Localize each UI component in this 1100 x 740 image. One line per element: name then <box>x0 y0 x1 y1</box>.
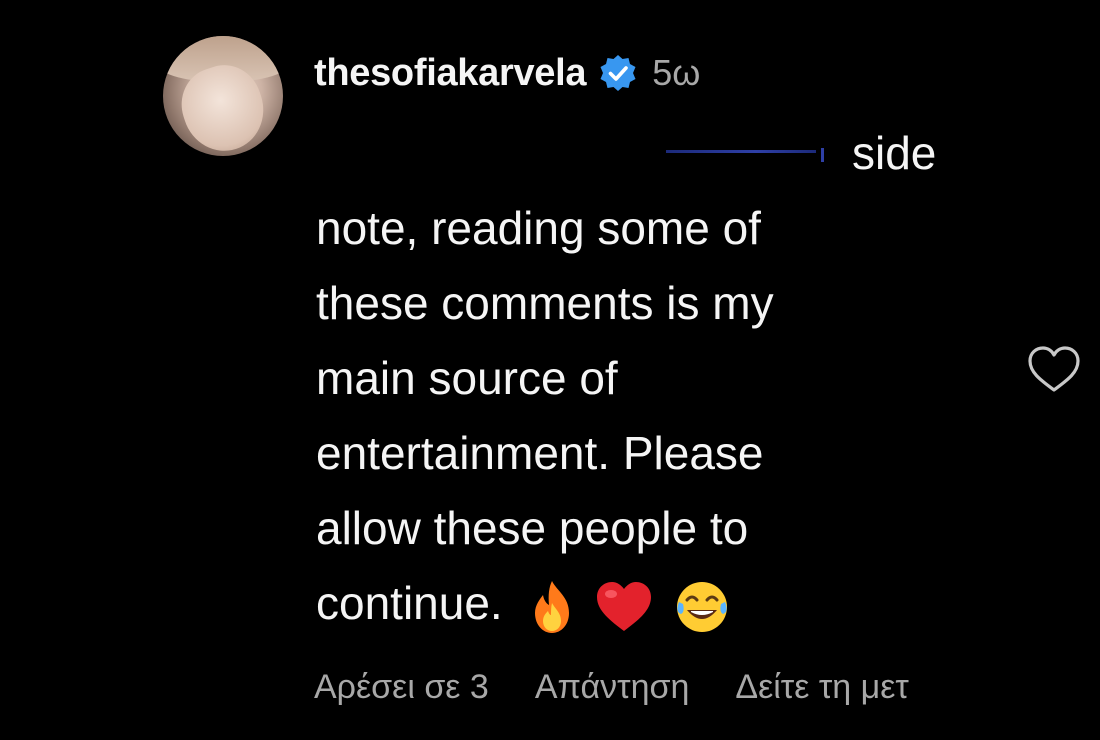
avatar[interactable] <box>163 36 283 156</box>
username-link[interactable]: thesofiakarvela <box>314 52 587 95</box>
fire-emoji <box>534 580 569 633</box>
comment-last-line: continue. <box>316 566 1016 641</box>
comment-header: thesofiakarvela 5ω <box>314 48 700 98</box>
see-translation-link[interactable]: Δείτε τη μετ <box>735 668 908 707</box>
comment-line: these comments is my <box>316 277 774 329</box>
reply-button[interactable]: Απάντηση <box>535 668 690 707</box>
comment-line: entertainment. Please <box>316 427 764 479</box>
likes-count-link[interactable]: Αρέσει σε 3 <box>314 668 489 707</box>
comment-text: side note, reading some of these comment… <box>316 116 1016 641</box>
comment-line: side <box>852 127 937 179</box>
tears-of-joy-emoji <box>676 581 727 632</box>
comment-line: allow these people to <box>316 502 749 554</box>
red-heart-emoji <box>596 581 651 631</box>
comment-actions: Αρέσει σε 3 Απάντηση Δείτε τη μετ <box>314 668 955 707</box>
comment-timestamp[interactable]: 5ω <box>652 52 700 94</box>
comment-line: main source of <box>316 352 618 404</box>
verified-badge-icon <box>600 55 636 91</box>
like-heart-icon[interactable] <box>1024 340 1084 400</box>
comment-line: note, reading some of <box>316 202 761 254</box>
comment-line: continue. <box>316 577 503 629</box>
